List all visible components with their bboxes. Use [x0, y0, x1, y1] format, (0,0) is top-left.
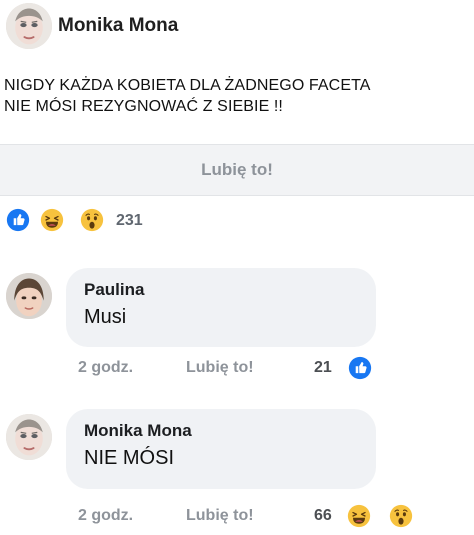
- avatar-photo-icon: [6, 273, 52, 319]
- comment-2-text: NIE MÓSI: [84, 447, 175, 469]
- comment-2-bubble: Monika Mona NIE MÓSI: [66, 409, 376, 489]
- comment-1-like-button[interactable]: Lubię to!: [186, 359, 254, 377]
- like-button-label[interactable]: Lubię to!: [201, 160, 273, 180]
- comment-2-like-button[interactable]: Lubię to!: [186, 507, 254, 525]
- comment-1-time[interactable]: 2 godz.: [78, 359, 133, 377]
- avatar-photo-icon: [6, 3, 52, 49]
- reaction-summary[interactable]: 231: [4, 206, 204, 236]
- wow-icon: [387, 502, 415, 530]
- wow-icon: [78, 206, 106, 234]
- post-text-line-1: NIGDY KAŻDA KOBIETA DLA ŻADNEGO FACETA: [4, 77, 371, 94]
- post-text: NIGDY KAŻDA KOBIETA DLA ŻADNEGO FACETA N…: [4, 75, 472, 117]
- like-action-bar[interactable]: Lubię to!: [0, 144, 474, 196]
- post-author-name[interactable]: Monika Mona: [58, 15, 178, 37]
- laugh-icon: [345, 502, 373, 530]
- comment-1-bubble: Paulina Musi: [66, 268, 376, 347]
- post-text-line-2: NIE MÓSI REZYGNOWAĆ Z SIEBIE !!: [4, 98, 283, 115]
- post-author-avatar[interactable]: [6, 3, 52, 49]
- laugh-icon: [38, 206, 66, 234]
- like-icon: [346, 354, 374, 382]
- comment-1-author[interactable]: Paulina: [84, 280, 358, 300]
- comment-1-avatar[interactable]: [6, 273, 52, 319]
- comment-2-author[interactable]: Monika Mona: [84, 421, 358, 441]
- comment-2-reaction-count: 66: [314, 507, 332, 524]
- comment-2-time[interactable]: 2 godz.: [78, 507, 133, 525]
- like-icon: [4, 206, 32, 234]
- reaction-count: 231: [116, 212, 143, 229]
- comment-2-meta: 2 godz. Lubię to! 66: [78, 502, 438, 532]
- comment-2-avatar[interactable]: [6, 414, 52, 460]
- comment-1-meta: 2 godz. Lubię to! 21: [78, 354, 398, 382]
- comment-1-text: Musi: [84, 306, 127, 328]
- comment-1-reaction-count: 21: [314, 359, 332, 376]
- avatar-photo-icon: [6, 414, 52, 460]
